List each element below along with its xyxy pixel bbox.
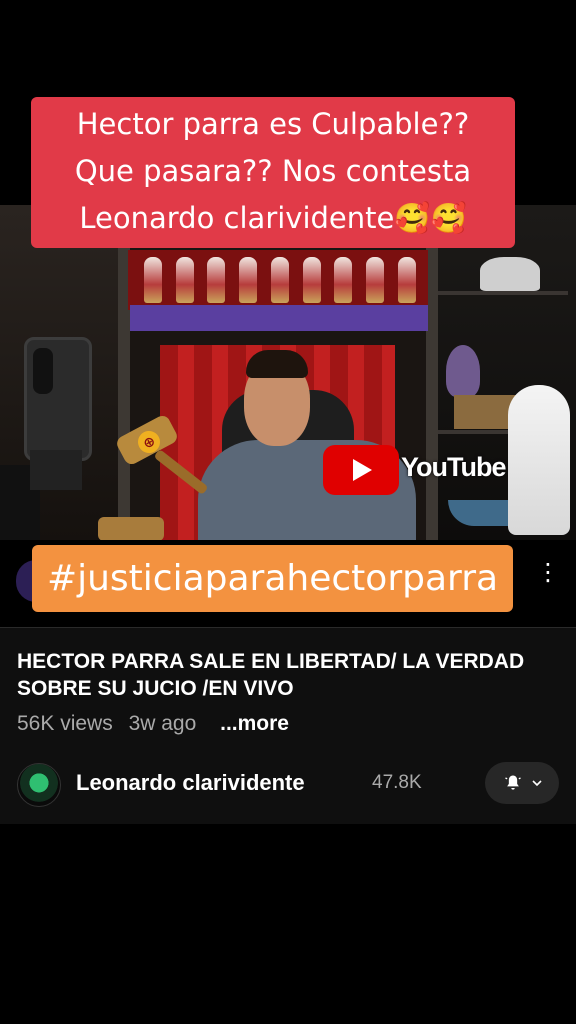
wooden-box [454,395,516,429]
more-vertical-icon[interactable]: ⋮ [536,561,560,598]
shell-decor [480,257,540,291]
caption-line: Leonardo clarividente🥰🥰 [79,201,467,235]
caption-overlay: Hector parra es Culpable?? Que pasara?? … [31,97,515,248]
hashtag-overlay: #justiciaparahectorparra [32,545,513,612]
chevron-down-icon [532,780,542,787]
phone-on-stand [24,337,92,461]
video-frame[interactable]: ⊕ YouTube [0,205,576,540]
purple-shelf [130,305,428,331]
youtube-logo [323,445,399,495]
subscriber-count: 47.8K [372,772,422,793]
saint-statues [140,257,420,305]
youtube-play-icon [353,459,372,481]
caption-line: Hector parra es Culpable?? [76,107,470,141]
divider [0,627,576,628]
phone-mount [30,450,82,490]
more-link[interactable]: ...more [220,712,289,735]
gavel-base [98,517,164,540]
geode-decor [446,345,480,397]
presenter-hair [246,350,308,378]
bell-icon [505,775,521,790]
notification-bell-button[interactable] [485,762,559,804]
caption-line: Que pasara?? Nos contesta [74,154,472,188]
youtube-wordmark: YouTube [401,452,506,482]
video-meta: 56K views 3w ago ...more [17,712,299,736]
angel-statue [508,385,570,535]
view-count: 56K views [17,712,113,735]
video-title[interactable]: HECTOR PARRA SALE EN LIBERTAD/ LA VERDAD… [17,648,557,702]
channel-name[interactable]: Leonardo clarividente [76,770,305,796]
channel-avatar[interactable] [17,763,61,807]
upload-age: 3w ago [128,712,197,735]
